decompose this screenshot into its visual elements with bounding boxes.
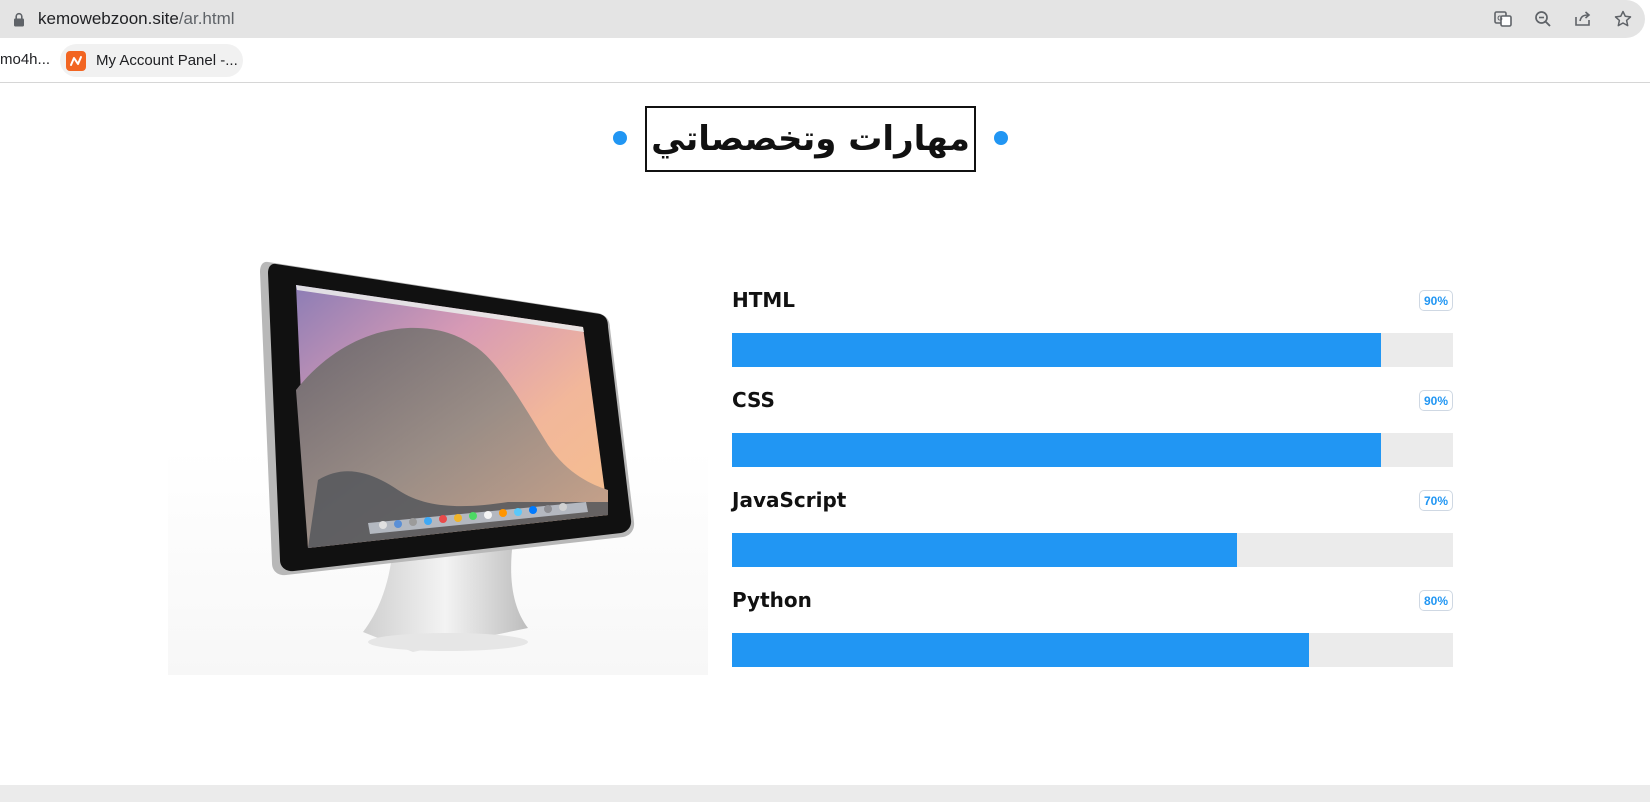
bookmark-label: My Account Panel -... <box>96 52 238 69</box>
skill-progress-fill <box>732 333 1381 367</box>
skill-percent-badge: 90% <box>1418 390 1453 411</box>
skill-progress-track <box>732 533 1453 567</box>
address-bar[interactable]: kemowebzoon.site/ar.html G <box>0 0 1645 38</box>
share-icon[interactable] <box>1571 7 1595 31</box>
title-dot-right <box>994 131 1008 145</box>
bookmark-item-partial[interactable]: mo4h... <box>0 51 50 68</box>
skill-name: JavaScript <box>732 488 847 512</box>
title-dot-left <box>613 131 627 145</box>
skill-progress-track <box>732 433 1453 467</box>
translate-icon[interactable]: G <box>1491 7 1515 31</box>
skill-item-html: HTML 90% <box>732 280 1453 380</box>
section-header: مهارات وتخصصاتي <box>0 106 1620 172</box>
skill-progress-fill <box>732 633 1309 667</box>
skills-list: HTML 90% CSS 90% JavaScript 70% Python 8… <box>732 280 1453 680</box>
lock-icon[interactable] <box>12 12 26 27</box>
address-bar-actions: G <box>1491 7 1635 31</box>
skill-item-css: CSS 90% <box>732 380 1453 480</box>
zoom-out-icon[interactable] <box>1531 7 1555 31</box>
svg-text:G: G <box>1497 16 1503 23</box>
skill-progress-track <box>732 333 1453 367</box>
skill-item-javascript: JavaScript 70% <box>732 480 1453 580</box>
section-title: مهارات وتخصصاتي <box>645 106 976 172</box>
skill-name: Python <box>732 588 812 612</box>
bookmark-item-account-panel[interactable]: My Account Panel -... <box>60 44 243 77</box>
monitor-image <box>168 240 708 675</box>
skill-name: HTML <box>732 288 796 312</box>
skill-progress-fill <box>732 433 1381 467</box>
skill-name: CSS <box>732 388 775 412</box>
bookmark-star-icon[interactable] <box>1611 7 1635 31</box>
skill-progress-fill <box>732 533 1237 567</box>
url-text[interactable]: kemowebzoon.site/ar.html <box>38 9 235 29</box>
footer-strip <box>0 785 1650 802</box>
skill-percent-badge: 80% <box>1418 590 1453 611</box>
url-host: kemowebzoon.site <box>38 9 179 28</box>
skill-item-python: Python 80% <box>732 580 1453 680</box>
url-path: /ar.html <box>178 9 235 28</box>
skill-percent-badge: 90% <box>1418 290 1453 311</box>
skill-percent-badge: 70% <box>1418 490 1453 511</box>
skill-progress-track <box>732 633 1453 667</box>
account-panel-favicon-icon <box>66 50 86 71</box>
bookmarks-bar: mo4h... My Account Panel -... <box>0 40 1650 83</box>
